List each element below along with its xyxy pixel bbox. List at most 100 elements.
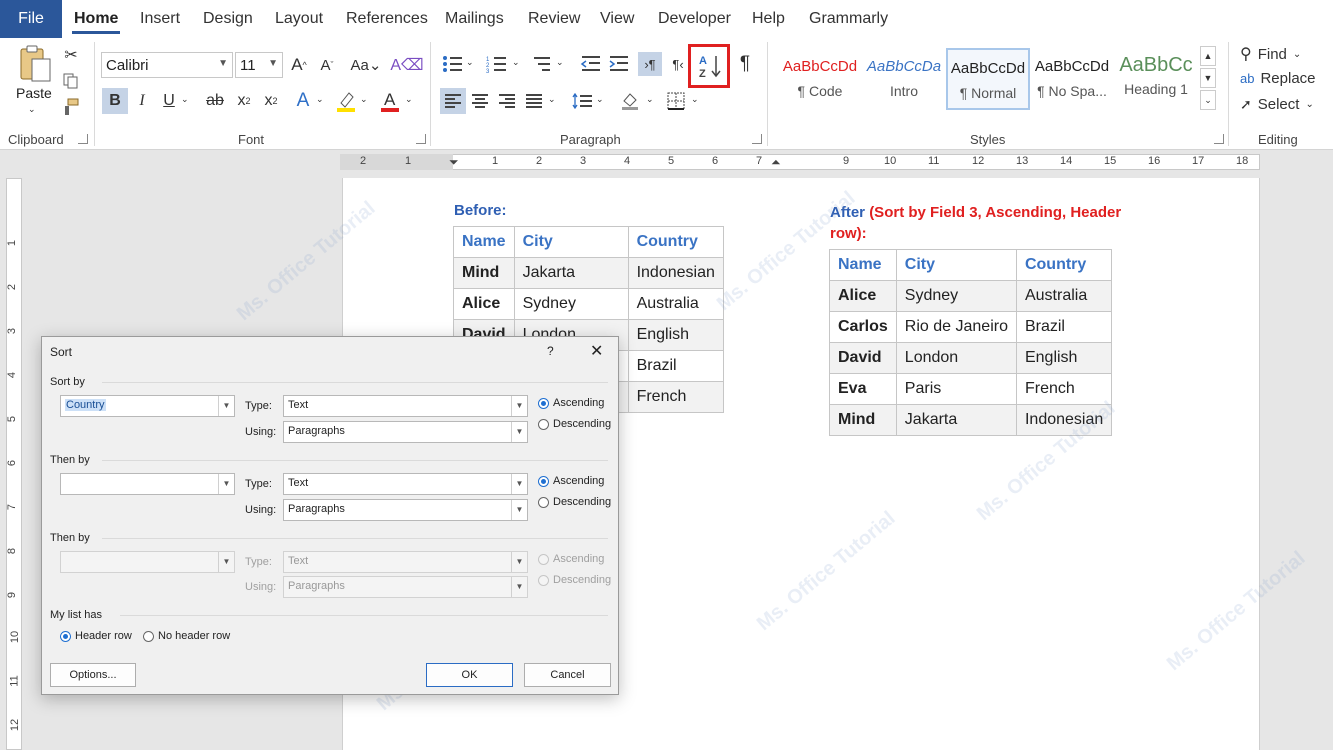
tab-mailings[interactable]: Mailings — [445, 0, 504, 38]
then-by-field-select[interactable]: ▼ — [60, 473, 235, 495]
superscript-icon[interactable]: x2 — [260, 88, 282, 114]
table-cell[interactable]: French — [627, 381, 724, 413]
table-header-cell[interactable]: City — [895, 249, 1017, 281]
font-color-dropdown-icon[interactable]: ⌄ — [405, 94, 413, 105]
bullets-dropdown-icon[interactable]: ⌄ — [466, 57, 474, 68]
text-effects-dropdown-icon[interactable]: ⌄ — [316, 94, 324, 105]
table-cell[interactable]: Mind — [453, 257, 515, 289]
styles-scroll-up-icon[interactable]: ▲ — [1200, 46, 1216, 66]
table-cell[interactable]: English — [627, 319, 724, 351]
sort-by-using-select[interactable]: Paragraphs ▼ — [283, 421, 528, 443]
styles-scroll-down-icon[interactable]: ▼ — [1200, 68, 1216, 88]
tab-grammarly[interactable]: Grammarly — [809, 0, 888, 38]
tab-developer[interactable]: Developer — [658, 0, 731, 38]
subscript-icon[interactable]: x2 — [233, 88, 255, 114]
sort-dialog[interactable]: Sort ? ✕ Sort by Country ▼ Type: Text ▼ Us… — [41, 336, 619, 695]
highlight-color-icon[interactable] — [334, 88, 358, 114]
justify-dropdown-icon[interactable]: ⌄ — [548, 94, 556, 105]
table-cell[interactable]: Mind — [829, 404, 897, 436]
decrease-indent-icon[interactable] — [578, 52, 602, 76]
table-cell[interactable]: Brazil — [627, 350, 724, 382]
table-cell[interactable]: French — [1015, 373, 1113, 405]
strikethrough-icon[interactable]: ab — [203, 88, 227, 114]
clipboard-launcher-icon[interactable] — [78, 134, 88, 144]
line-spacing-icon[interactable] — [570, 88, 594, 114]
style-heading-1[interactable]: AaBbCc Heading 1 — [1114, 48, 1198, 110]
table-cell[interactable]: Sydney — [895, 280, 1017, 312]
styles-launcher-icon[interactable] — [1214, 134, 1224, 144]
table-cell[interactable]: Sydney — [513, 288, 629, 320]
text-effects-icon[interactable]: A — [292, 88, 314, 114]
paste-button[interactable]: Paste — [16, 85, 52, 101]
paste-icon[interactable] — [16, 44, 54, 84]
table-cell[interactable]: Indonesian — [627, 257, 724, 289]
find-button[interactable]: ⚲ Find ⌄ — [1240, 44, 1301, 64]
table-cell[interactable]: David — [829, 342, 897, 374]
borders-icon[interactable] — [664, 88, 688, 114]
font-name-combo[interactable]: Calibri ▼ — [101, 52, 233, 78]
style-normal[interactable]: AaBbCcDd ¶ Normal — [946, 48, 1030, 110]
align-center-icon[interactable] — [468, 88, 492, 114]
tab-design[interactable]: Design — [203, 0, 253, 38]
then-by-type-select[interactable]: Text ▼ — [283, 473, 528, 495]
paste-dropdown-icon[interactable]: ⌄ — [28, 104, 36, 115]
table-cell[interactable]: Eva — [829, 373, 897, 405]
table-cell[interactable]: Jakarta — [895, 404, 1017, 436]
tab-layout[interactable]: Layout — [275, 0, 323, 38]
numbering-dropdown-icon[interactable]: ⌄ — [512, 57, 520, 68]
increase-indent-icon[interactable] — [606, 52, 630, 76]
font-color-icon[interactable]: A — [378, 88, 402, 114]
copy-icon[interactable] — [62, 72, 80, 90]
table-cell[interactable]: English — [1015, 342, 1113, 374]
then-by-ascending-radio[interactable]: Ascending — [538, 475, 604, 487]
font-size-combo[interactable]: 11 ▼ — [235, 52, 283, 78]
bullets-icon[interactable] — [440, 52, 464, 76]
sort-by-field-select[interactable]: Country ▼ — [60, 395, 235, 417]
table-cell[interactable]: Indonesian — [1015, 404, 1113, 436]
shading-dropdown-icon[interactable]: ⌄ — [646, 94, 654, 105]
table-cell[interactable]: Jakarta — [513, 257, 629, 289]
close-icon[interactable]: ✕ — [590, 341, 603, 361]
tab-review[interactable]: Review — [528, 0, 580, 38]
then-by-using-select[interactable]: Paragraphs ▼ — [283, 499, 528, 521]
table-cell[interactable]: Paris — [895, 373, 1017, 405]
numbering-icon[interactable]: 123 — [484, 52, 508, 76]
replace-button[interactable]: ab Replace — [1240, 70, 1316, 87]
right-indent-marker[interactable]: ⏶ — [771, 155, 781, 170]
sort-by-type-select[interactable]: Text ▼ — [283, 395, 528, 417]
align-left-icon[interactable] — [440, 88, 466, 114]
shrink-font-icon[interactable]: Aˇ — [316, 54, 338, 76]
no-header-row-radio[interactable]: No header row — [143, 630, 230, 642]
clear-formatting-icon[interactable]: A⌫ — [390, 54, 423, 76]
borders-dropdown-icon[interactable]: ⌄ — [691, 94, 699, 105]
table-cell[interactable]: Alice — [453, 288, 515, 320]
then-by-descending-radio[interactable]: Descending — [538, 496, 611, 508]
tab-references[interactable]: References — [346, 0, 428, 38]
highlight-dropdown-icon[interactable]: ⌄ — [360, 94, 368, 105]
italic-icon[interactable]: I — [132, 88, 152, 114]
shading-icon[interactable] — [618, 88, 642, 114]
multilevel-list-icon[interactable] — [530, 52, 554, 76]
rtl-direction-icon[interactable]: ¶‹ — [666, 52, 690, 76]
table-cell[interactable]: Alice — [829, 280, 897, 312]
underline-dropdown-icon[interactable]: ⌄ — [181, 94, 189, 105]
header-row-radio[interactable]: Header row — [60, 630, 132, 642]
align-right-icon[interactable] — [495, 88, 519, 114]
styles-more-icon[interactable]: ⌄ — [1200, 90, 1216, 110]
underline-icon[interactable]: U — [158, 88, 180, 114]
table-header-cell[interactable]: Name — [453, 226, 515, 258]
cut-icon[interactable]: ✂ — [62, 46, 80, 64]
format-painter-icon[interactable] — [62, 98, 80, 116]
sort-by-descending-radio[interactable]: Descending — [538, 418, 611, 430]
table-cell[interactable]: London — [895, 342, 1017, 374]
table-cell[interactable]: Australia — [627, 288, 724, 320]
multilevel-dropdown-icon[interactable]: ⌄ — [556, 57, 564, 68]
table-cell[interactable]: Australia — [1015, 280, 1113, 312]
change-case-icon[interactable]: Aa⌄ — [348, 54, 384, 76]
ok-button[interactable]: OK — [426, 663, 513, 687]
ltr-direction-icon[interactable]: ›¶ — [638, 52, 662, 76]
table-cell[interactable]: Carlos — [829, 311, 897, 343]
bold-icon[interactable]: B — [102, 88, 128, 114]
tab-view[interactable]: View — [600, 0, 634, 38]
font-launcher-icon[interactable] — [416, 134, 426, 144]
